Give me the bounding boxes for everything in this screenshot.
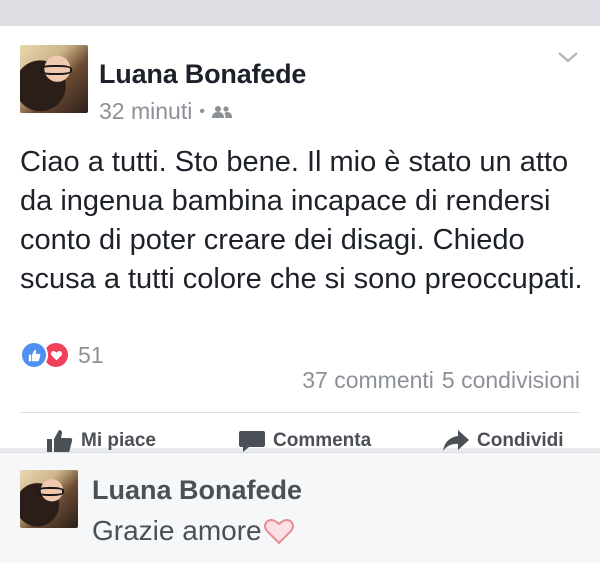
share-label: Condividi <box>477 430 564 451</box>
comments-count[interactable]: 37 commenti <box>302 367 434 393</box>
post-card: Luana Bonafede 32 minuti • Ciao a tutti.… <box>0 26 600 453</box>
comment-avatar[interactable] <box>20 470 78 528</box>
post-time[interactable]: 32 minuti <box>99 98 192 125</box>
comment-text: Grazie amore <box>92 515 262 546</box>
comment-button[interactable]: Commenta <box>238 428 371 454</box>
post-meta: 32 minuti • <box>99 98 232 125</box>
post-text: Ciao a tutti. Sto bene. Il mio è stato u… <box>20 146 583 295</box>
share-icon <box>443 430 469 451</box>
reactions-summary[interactable]: 51 <box>20 341 104 369</box>
comment-text-row: Grazie amore <box>92 515 295 547</box>
like-button[interactable]: Mi piace <box>46 428 156 454</box>
like-label: Mi piace <box>81 430 156 451</box>
chevron-down-icon[interactable] <box>556 48 580 66</box>
author-name[interactable]: Luana Bonafede <box>99 59 306 90</box>
like-icon <box>20 341 48 369</box>
divider <box>20 412 580 413</box>
reaction-count: 51 <box>78 341 104 368</box>
comment-icon <box>239 431 265 452</box>
comment-item: Luana Bonafede Grazie amore <box>0 452 600 563</box>
friends-icon[interactable] <box>211 105 232 119</box>
shares-count[interactable]: 5 condivisioni <box>442 367 580 393</box>
author-avatar[interactable] <box>20 45 88 113</box>
share-button[interactable]: Condividi <box>442 428 564 454</box>
comment-label: Commenta <box>273 430 372 451</box>
meta-separator: • <box>199 102 205 120</box>
post-stats: 37 commenti 5 condivisioni <box>302 367 580 394</box>
top-strip <box>0 0 600 26</box>
heart-icon <box>263 518 294 545</box>
comment-author[interactable]: Luana Bonafede <box>92 475 302 506</box>
thumbs-up-icon <box>47 430 73 453</box>
